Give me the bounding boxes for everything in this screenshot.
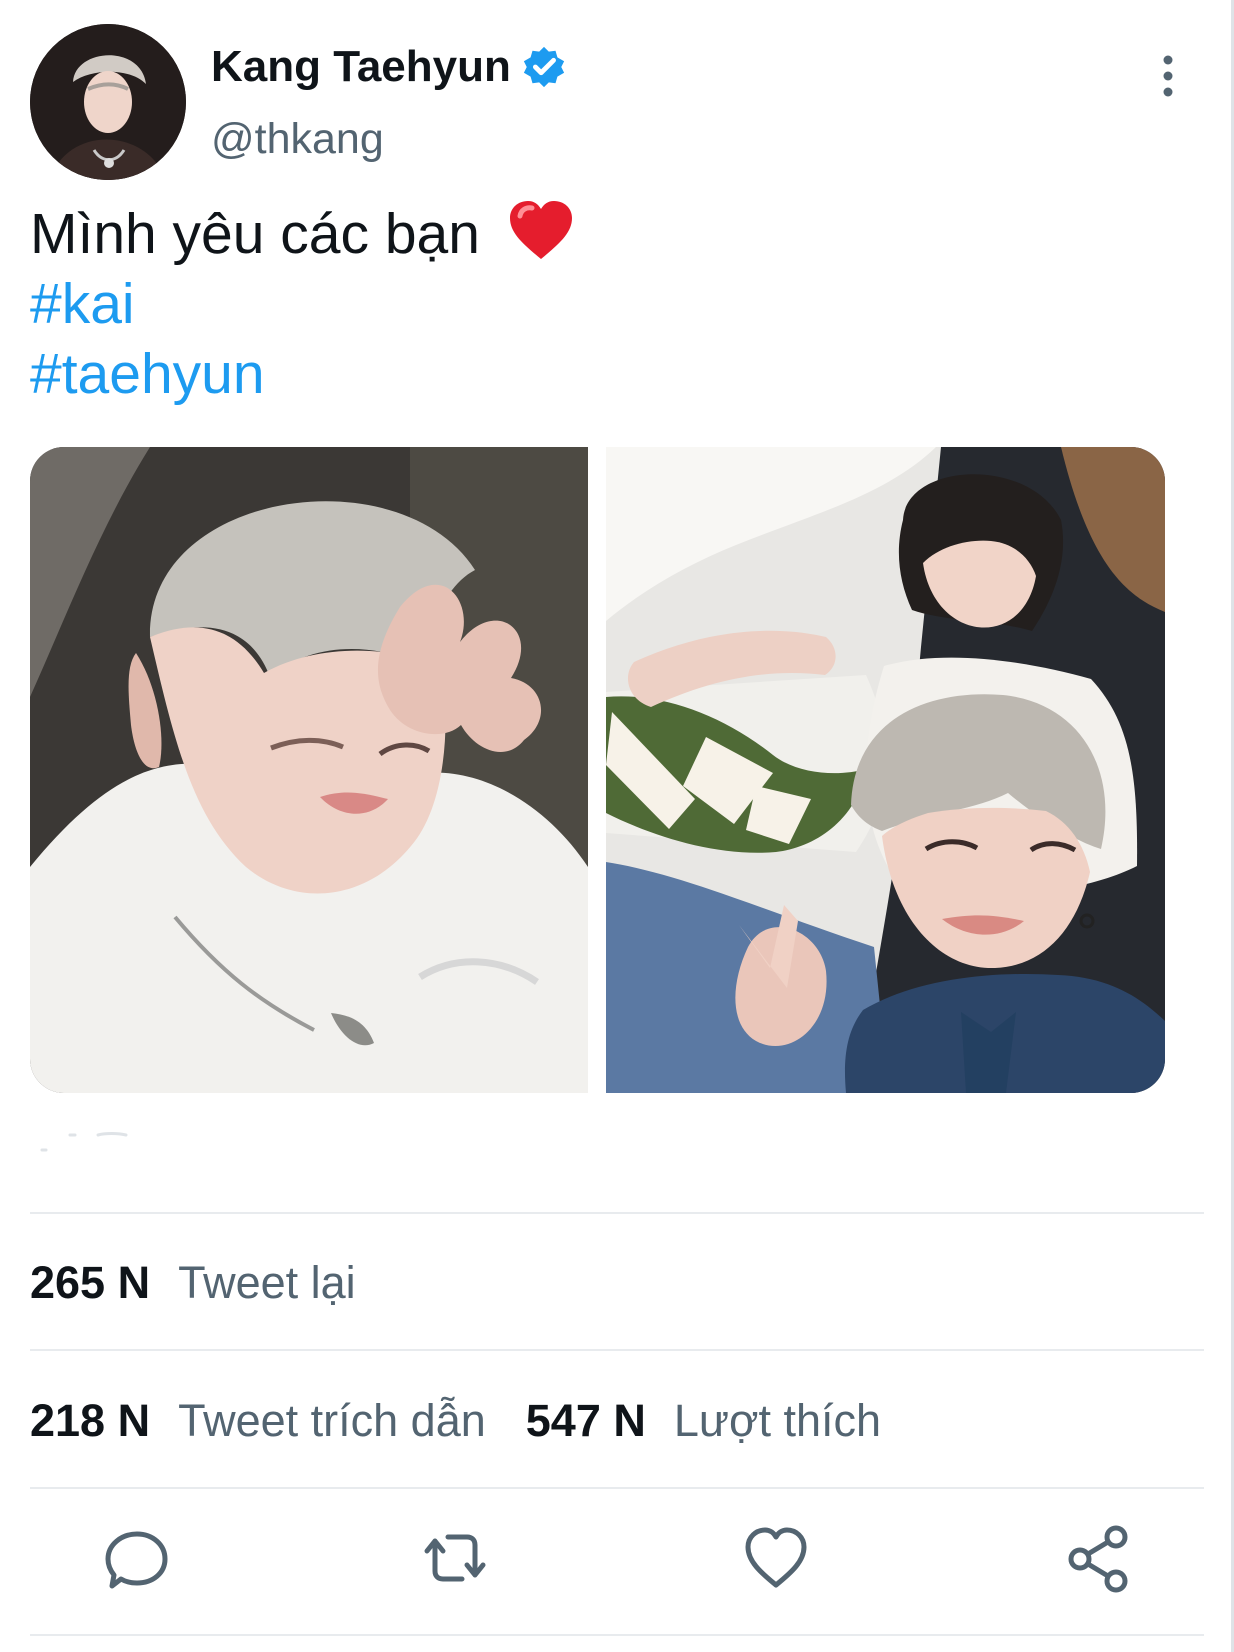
like-count[interactable]: 547 N — [526, 1395, 646, 1447]
author-name-row[interactable]: Kang Taehyun — [211, 42, 567, 92]
retweet-label: Tweet lại — [178, 1257, 356, 1308]
reply-icon[interactable] — [102, 1523, 172, 1593]
tweet-message-line: Mình yêu các bạn — [30, 199, 576, 269]
divider — [30, 1634, 1204, 1636]
quote-and-like-stats-row: 218 N Tweet trích dẫn 547 N Lượt thích — [30, 1391, 881, 1451]
quote-label[interactable]: Tweet trích dẫn — [178, 1395, 486, 1447]
quote-count[interactable]: 218 N — [30, 1395, 150, 1447]
like-label[interactable]: Lượt thích — [674, 1395, 881, 1447]
more-options-icon[interactable] — [1155, 52, 1181, 100]
divider — [30, 1349, 1204, 1351]
tweet-media-grid — [30, 447, 1165, 1093]
tweet-detail-screen: Kang Taehyun @thkang Mình yêu các bạn #k… — [0, 0, 1234, 1652]
tweet-photo-2[interactable] — [606, 447, 1165, 1093]
tweet-message: Mình yêu các bạn — [30, 202, 480, 266]
hashtag-taehyun[interactable]: #taehyun — [30, 339, 576, 409]
share-icon[interactable] — [1064, 1523, 1134, 1593]
retweet-stats-row[interactable]: 265 N Tweet lại — [30, 1253, 356, 1313]
tweet-photo-1[interactable] — [30, 447, 588, 1093]
heart-icon[interactable] — [741, 1523, 811, 1593]
author-handle[interactable]: @thkang — [211, 115, 384, 164]
avatar[interactable] — [30, 24, 186, 180]
tweet-text: Mình yêu các bạn #kai #taehyun — [30, 199, 576, 409]
divider — [30, 1212, 1204, 1214]
hashtag-kai[interactable]: #kai — [30, 269, 576, 339]
retweet-icon[interactable] — [420, 1523, 490, 1593]
divider — [30, 1487, 1204, 1489]
retweet-count: 265 N — [30, 1257, 151, 1308]
tweet-actions — [0, 1523, 1234, 1593]
red-heart-emoji-icon — [509, 201, 572, 259]
tweet-metadata-faint-text — [40, 1132, 128, 1152]
author-display-name[interactable]: Kang Taehyun — [211, 42, 511, 92]
verified-badge-icon — [523, 46, 565, 88]
